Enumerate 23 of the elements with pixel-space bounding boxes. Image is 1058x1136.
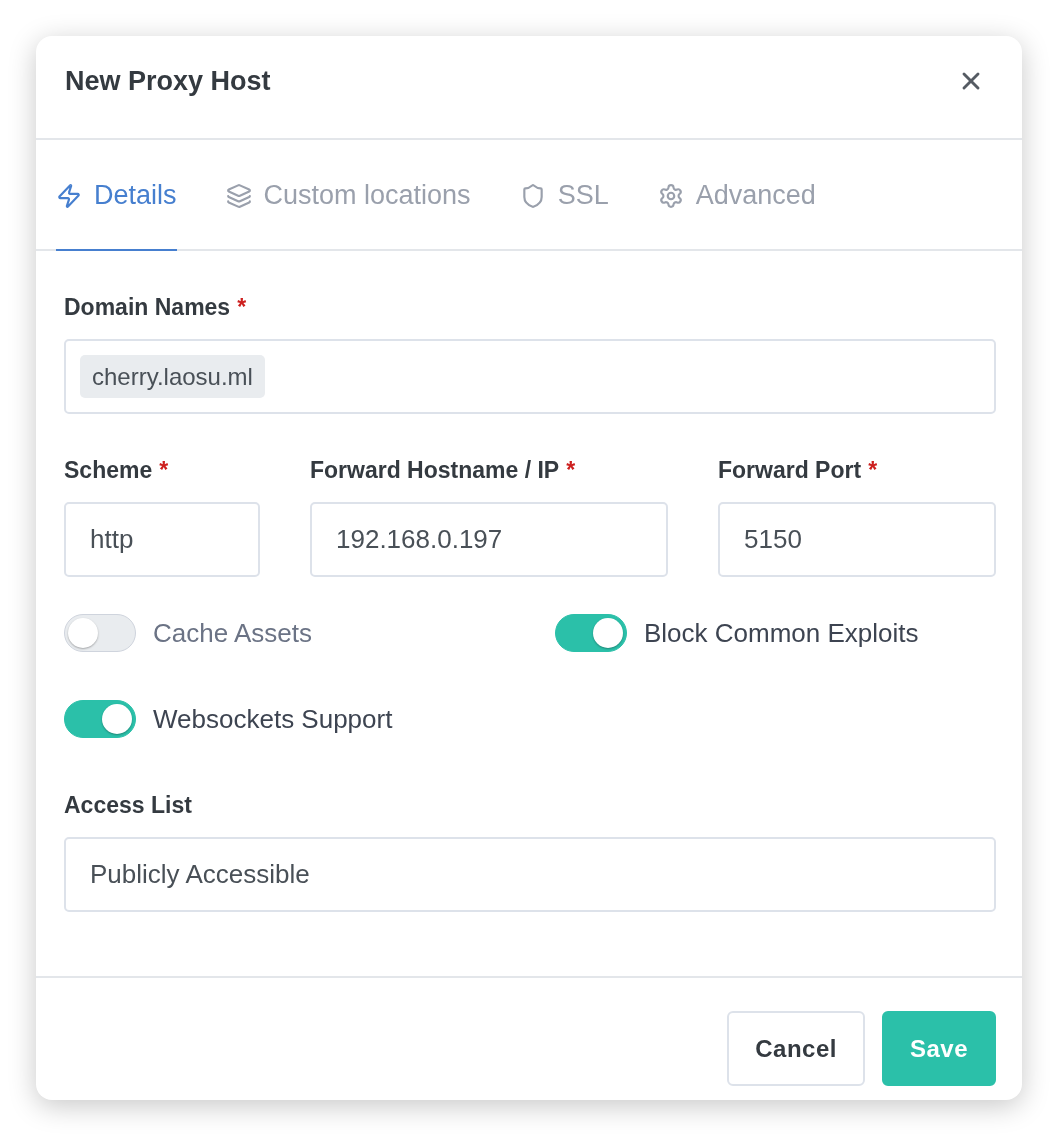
domain-tag[interactable]: cherry.laosu.ml (80, 355, 265, 398)
toggle-switch[interactable] (64, 614, 136, 652)
field-label: Forward Port * (718, 456, 878, 484)
lightning-icon (56, 182, 82, 209)
gear-icon (657, 182, 684, 209)
cancel-button[interactable]: Cancel (727, 1011, 865, 1086)
field-label: Access List (64, 791, 192, 819)
toggle-switch[interactable] (64, 700, 136, 738)
field-label: Domain Names * (64, 293, 247, 321)
access-list-select[interactable]: Publicly Accessible (64, 837, 996, 912)
layers-icon (225, 182, 252, 209)
text-field[interactable]: http (64, 502, 260, 577)
toggle-label: Block Common Exploits (644, 617, 919, 649)
toggle-switch[interactable] (555, 614, 627, 652)
domain-names-field[interactable]: cherry.laosu.ml (64, 339, 996, 414)
toggle-label: Websockets Support (153, 703, 393, 735)
field-label: Scheme * (64, 456, 169, 484)
field-label: Forward Hostname / IP * (310, 456, 576, 484)
text-field[interactable]: 5150 (718, 502, 996, 577)
toggle-label: Cache Assets (153, 617, 312, 649)
tab[interactable]: Details (56, 140, 177, 251)
text-field[interactable]: 192.168.0.197 (310, 502, 668, 577)
dialog-title: New Proxy Host (65, 65, 271, 97)
